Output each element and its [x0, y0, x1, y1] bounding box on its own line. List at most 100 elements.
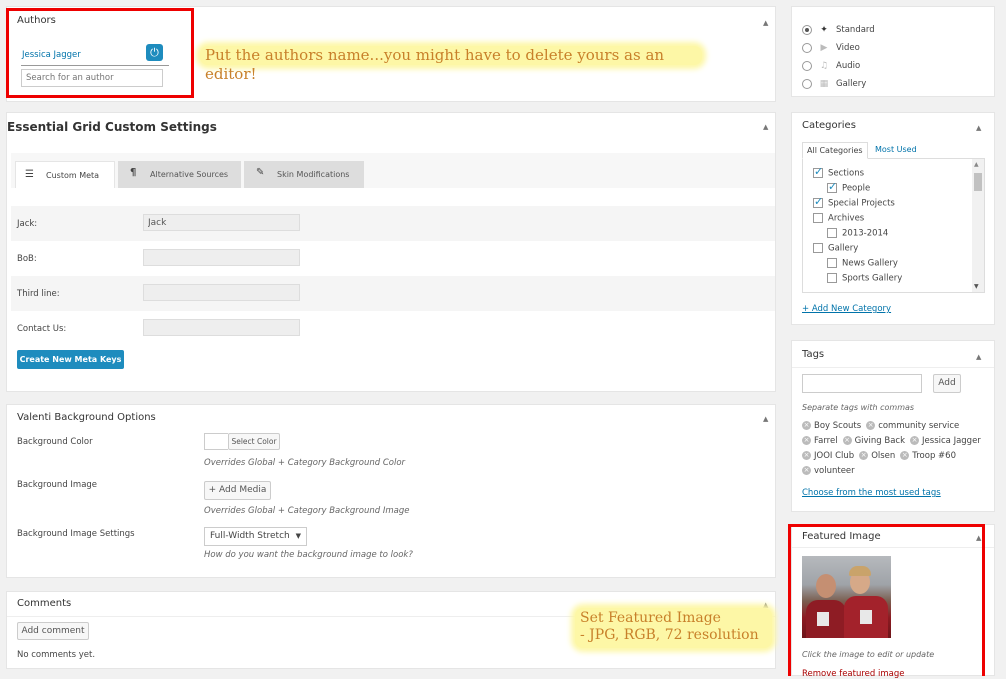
category-item[interactable]: News Gallery: [813, 258, 902, 273]
remove-tag-icon[interactable]: ×: [842, 436, 852, 445]
add-comment-button[interactable]: Add comment: [17, 622, 89, 640]
format-label: Audio: [836, 61, 861, 71]
pushpin-icon: ✦: [820, 25, 828, 35]
format-radio[interactable]: [802, 79, 812, 89]
scroll-down-icon[interactable]: ▼: [974, 283, 979, 290]
tab-skin-modifications[interactable]: ✎ Skin Modifications: [244, 161, 364, 188]
list-icon: ☰: [25, 169, 34, 180]
featured-image-photo[interactable]: [802, 556, 891, 638]
category-checkbox[interactable]: [827, 273, 837, 283]
remove-tag-icon[interactable]: ×: [802, 421, 811, 430]
category-item[interactable]: Sports Gallery: [813, 273, 902, 288]
scroll-thumb[interactable]: [974, 173, 982, 191]
tag-item: × volunteer: [802, 464, 855, 479]
category-checkbox[interactable]: [813, 243, 823, 253]
create-meta-keys-button[interactable]: Create New Meta Keys: [17, 350, 124, 369]
category-item[interactable]: Archives: [813, 213, 902, 228]
collapse-caret-icon[interactable]: ▲: [976, 124, 981, 132]
author-search-input[interactable]: [21, 69, 163, 87]
meta-row-contact: Contact Us:: [11, 311, 775, 346]
audio-icon: ♫: [819, 61, 829, 71]
tab-custom-meta[interactable]: ☰ Custom Meta: [15, 161, 115, 188]
format-option[interactable]: ▶ Video: [802, 39, 875, 57]
category-label: Archives: [828, 213, 865, 224]
collapse-caret-icon[interactable]: ▲: [763, 19, 768, 27]
format-radio[interactable]: [802, 25, 812, 35]
tag-item: × Jessica Jagger: [910, 434, 981, 449]
category-item[interactable]: People: [813, 180, 902, 198]
category-checkbox[interactable]: [827, 258, 837, 268]
tags-hint: Separate tags with commas: [802, 403, 915, 412]
meta-field-third-line[interactable]: [143, 284, 300, 301]
bg-settings-select[interactable]: Full-Width Stretch ▼: [204, 527, 307, 546]
scroll-up-icon[interactable]: ▲: [974, 161, 979, 168]
gallery-icon: ▦: [819, 79, 829, 89]
author-name-link[interactable]: Jessica Jagger: [22, 50, 81, 60]
collapse-caret-icon[interactable]: ▲: [976, 534, 981, 542]
category-checkbox[interactable]: [813, 195, 823, 208]
no-comments-text: No comments yet.: [17, 650, 96, 660]
select-color-button[interactable]: Select Color: [228, 433, 280, 450]
meta-field-jack[interactable]: [143, 214, 300, 231]
settings-note: How do you want the background image to …: [204, 550, 413, 560]
remove-tag-icon[interactable]: ×: [802, 451, 811, 460]
category-checkbox[interactable]: [813, 165, 823, 178]
select-value: Full-Width Stretch: [210, 531, 290, 541]
annotation-line-1: Set Featured Image: [580, 610, 721, 626]
tag-input[interactable]: [802, 374, 922, 393]
category-checkbox[interactable]: [827, 180, 837, 193]
tab-alternative-sources[interactable]: ¶ Alternative Sources: [118, 161, 241, 188]
category-checkbox[interactable]: [813, 213, 823, 223]
remove-author-icon[interactable]: ⏻: [146, 44, 163, 61]
remove-tag-icon[interactable]: ×: [802, 466, 811, 475]
color-note: Overrides Global + Category Background C…: [204, 458, 406, 468]
pin-icon: ✎: [256, 167, 265, 178]
format-option[interactable]: ✦ Standard: [802, 21, 875, 39]
tab-most-used[interactable]: Most Used: [875, 145, 917, 154]
category-item[interactable]: 2013-2014: [813, 228, 902, 243]
letter-right: [860, 610, 872, 624]
field-label: Jack:: [17, 219, 38, 229]
category-label: 2013-2014: [842, 228, 889, 239]
format-radio[interactable]: [802, 61, 812, 71]
tag-item: × Olsen: [859, 449, 895, 464]
remove-tag-icon[interactable]: ×: [866, 421, 876, 430]
category-item[interactable]: Sections: [813, 165, 902, 183]
format-option[interactable]: ♫ Audio: [802, 57, 875, 75]
category-item[interactable]: Special Projects: [813, 195, 902, 213]
tags-panel: Tags ▲ Add Separate tags with commas × Bo…: [791, 340, 995, 512]
collapse-caret-icon[interactable]: ▲: [763, 123, 768, 131]
essential-grid-title: Essential Grid Custom Settings: [7, 120, 217, 134]
comments-title: Comments: [17, 598, 72, 609]
choose-tags-link[interactable]: Choose from the most used tags: [802, 488, 941, 498]
scrollbar[interactable]: ▲ ▼: [972, 159, 984, 292]
format-radio[interactable]: [802, 43, 812, 53]
letter-left: [817, 612, 829, 626]
format-label: Gallery: [836, 79, 867, 89]
category-item[interactable]: Gallery: [813, 243, 902, 258]
tab-all-categories[interactable]: All Categories: [802, 142, 868, 159]
collapse-caret-icon[interactable]: ▲: [763, 415, 768, 423]
add-new-category-link[interactable]: + Add New Category: [802, 304, 891, 314]
tab-label: Alternative Sources: [150, 170, 229, 179]
tag-label: Boy Scouts: [814, 421, 862, 431]
meta-field-contact[interactable]: [143, 319, 300, 336]
category-list: Sections People Special Projects Archives 20…: [813, 165, 902, 288]
remove-tag-icon[interactable]: ×: [900, 451, 910, 460]
authors-annotation: Put the authors name...you might have to…: [200, 46, 702, 83]
remove-featured-link[interactable]: Remove featured image: [802, 669, 904, 679]
essential-grid-panel: Essential Grid Custom Settings ▲ ☰ Custo…: [6, 112, 776, 392]
add-tag-button[interactable]: Add: [933, 374, 961, 393]
meta-field-bob[interactable]: [143, 249, 300, 266]
tag-label: volunteer: [814, 466, 855, 476]
remove-tag-icon[interactable]: ×: [859, 451, 869, 460]
collapse-caret-icon[interactable]: ▲: [976, 353, 981, 361]
add-media-button[interactable]: + Add Media: [204, 481, 271, 500]
remove-tag-icon[interactable]: ×: [910, 436, 920, 445]
comments-panel: Comments ▲ Add comment No comments yet. …: [6, 591, 776, 669]
category-label: Special Projects: [828, 198, 895, 209]
remove-tag-icon[interactable]: ×: [802, 436, 811, 445]
format-option[interactable]: ▦ Gallery: [802, 75, 875, 93]
color-swatch[interactable]: [204, 433, 228, 450]
category-checkbox[interactable]: [827, 228, 837, 238]
